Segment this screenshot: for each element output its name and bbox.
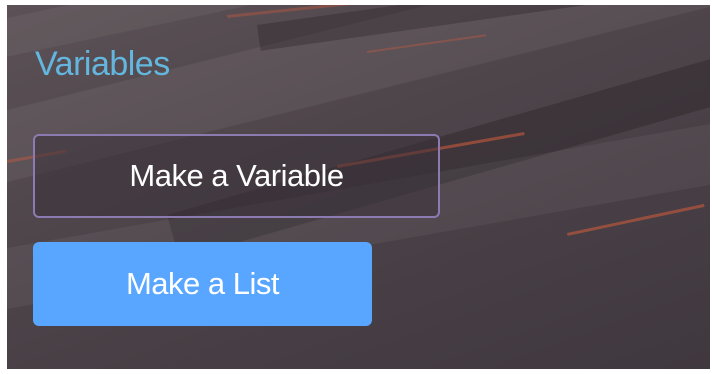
background-accent-line: [567, 203, 705, 236]
blocks-palette-panel: Variables Make a Variable Make a List: [7, 5, 710, 369]
category-title-variables: Variables: [35, 45, 170, 83]
background-accent-line: [227, 5, 387, 18]
make-variable-button[interactable]: Make a Variable: [33, 134, 440, 218]
background-accent-line: [367, 34, 487, 53]
make-list-button[interactable]: Make a List: [33, 242, 372, 326]
background-streak: [257, 5, 710, 51]
